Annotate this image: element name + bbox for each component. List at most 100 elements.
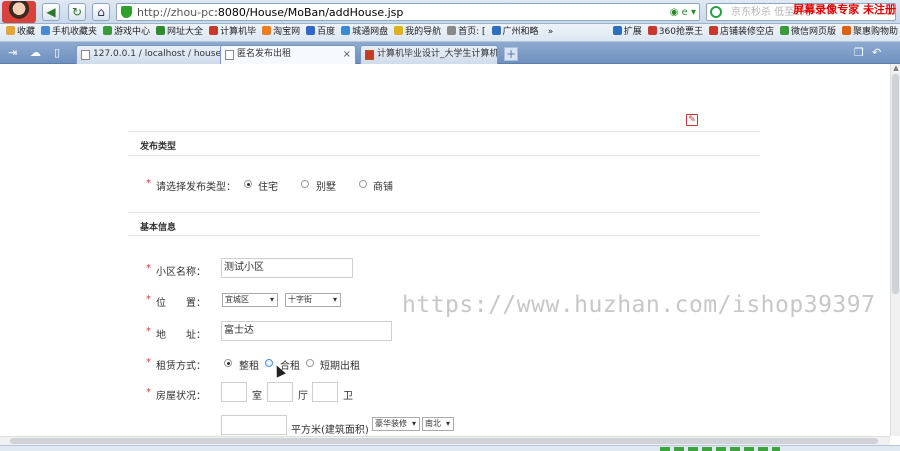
horizontal-scrollbar[interactable] xyxy=(0,436,890,445)
address-bar[interactable]: http://zhou-pc:8080/House/MoBan/addHouse… xyxy=(116,3,700,21)
back-button[interactable]: ◀ xyxy=(42,3,60,21)
bookmark-item[interactable]: 百度 xyxy=(306,24,335,41)
room-count-input[interactable] xyxy=(221,382,247,402)
radio-shared-rent[interactable] xyxy=(265,359,273,367)
bookmark-icon xyxy=(6,26,15,35)
bookmark-icon xyxy=(341,26,351,35)
community-label: 小区名称： xyxy=(156,267,206,278)
edit-icon[interactable]: ✎ xyxy=(686,114,698,126)
street-select[interactable]: 十字街 xyxy=(285,293,341,307)
community-input[interactable]: 测试小区 xyxy=(221,258,353,278)
bookmark-item[interactable]: 收藏 xyxy=(6,24,35,41)
house-status-label: 房屋状况： xyxy=(156,391,206,402)
required-mark: * xyxy=(146,326,151,337)
home-icon: ⌂ xyxy=(97,5,105,19)
radio-shop-label[interactable]: 商铺 xyxy=(373,178,393,193)
page-icon xyxy=(81,50,90,60)
refresh-button[interactable]: ↻ xyxy=(68,3,86,21)
bookmark-icon xyxy=(779,26,789,35)
address-label: 地 址： xyxy=(156,330,206,341)
radio-residence-label[interactable]: 住宅 xyxy=(258,178,278,193)
search-engine-icon[interactable] xyxy=(710,6,722,18)
phone-icon[interactable]: ▯ xyxy=(54,47,60,59)
site-watermark: https://www.huzhan.com/ishop39397 xyxy=(402,292,876,318)
room-unit: 室 xyxy=(252,391,262,402)
horizontal-scroll-thumb[interactable] xyxy=(10,438,878,444)
bookmark-item[interactable]: 网址大全 xyxy=(156,24,203,41)
bookmarks-right: 扩展 360抢票王 店铺装修空店 微信网页版 聚惠购物助 xyxy=(606,24,900,41)
page-viewport: ✎ 发布类型 * 请选择发布类型： 住宅 别墅 商铺 基本信息 * 小区名称： … xyxy=(0,64,890,436)
screen-recorder-watermark: 屏幕录像专家 未注册 xyxy=(793,3,896,16)
refresh-icon: ↻ xyxy=(71,5,83,19)
bookmark-item[interactable]: 手机收藏夹 xyxy=(41,24,97,41)
bookmark-item[interactable]: 淘宝网 xyxy=(262,24,300,41)
browser-toolbar: ◀ ↻ ⌂ http://zhou-pc:8080/House/MoBan/ad… xyxy=(0,0,900,24)
scroll-up-icon[interactable]: ▲ xyxy=(892,64,900,72)
sidebar-toggle-icon[interactable]: ⇥ xyxy=(8,47,17,59)
cloud-icon[interactable]: ☁ xyxy=(30,47,41,59)
address-bar-icons[interactable]: ◉ e ▾ xyxy=(670,5,696,20)
bookmark-item[interactable]: 游戏中心 xyxy=(103,24,150,41)
divider xyxy=(128,131,760,132)
required-mark: * xyxy=(146,357,151,368)
bookmark-icon xyxy=(708,26,718,35)
bookmarks-left: 收藏 手机收藏夹 游戏中心 网址大全 计算机毕 淘宝网 百度 城通网盘 我的导航 首页: [广州和… xyxy=(0,26,539,37)
radio-short-term-label[interactable]: 短期出租 xyxy=(320,357,360,372)
bookmark-icon xyxy=(209,26,219,35)
bookmark-item[interactable]: 城通网盘 xyxy=(341,24,388,41)
status-indicator xyxy=(660,447,780,451)
orientation-select[interactable]: 南北 xyxy=(422,417,454,431)
radio-villa-label[interactable]: 别墅 xyxy=(316,178,336,193)
bookmark-item[interactable]: 首页: [ xyxy=(447,24,486,41)
bookmarks-more[interactable]: » xyxy=(548,24,554,41)
address-input[interactable]: 富士达 xyxy=(221,321,392,341)
radio-whole-rent[interactable] xyxy=(224,359,232,367)
new-tab-button[interactable]: + xyxy=(504,47,518,61)
undo-icon[interactable]: ↶ xyxy=(872,47,881,59)
section-title-publish-type: 发布类型 xyxy=(140,142,177,152)
close-tab-icon[interactable]: × xyxy=(343,46,351,63)
decoration-select[interactable]: 豪华装修 xyxy=(372,417,420,431)
required-mark: * xyxy=(146,263,151,274)
bookmark-icon xyxy=(612,26,622,35)
bath-count-input[interactable] xyxy=(312,382,338,402)
tab-phpmyadmin[interactable]: 127.0.0.1 / localhost / house xyxy=(76,45,242,64)
bookmarks-bar: 收藏 手机收藏夹 游戏中心 网址大全 计算机毕 淘宝网 百度 城通网盘 我的导航 首页: [ 广州和… xyxy=(0,24,900,42)
divider xyxy=(128,235,760,236)
radio-whole-rent-label[interactable]: 整租 xyxy=(239,357,259,372)
bookmark-item[interactable]: 扩展 xyxy=(612,24,642,41)
vertical-scrollbar[interactable]: ▲ xyxy=(890,64,900,436)
bookmark-icon xyxy=(156,26,166,35)
bookmark-item[interactable]: 广州和略 xyxy=(491,24,539,41)
divider xyxy=(128,155,760,156)
hall-unit: 厅 xyxy=(298,391,308,402)
required-mark: * xyxy=(146,178,151,189)
address-url[interactable]: http://zhou-pc:8080/House/MoBan/addHouse… xyxy=(137,5,403,20)
district-select[interactable]: 宜城区 xyxy=(222,293,278,307)
bookmark-item[interactable]: 店铺装修空店 xyxy=(708,24,774,41)
back-arrow-icon: ◀ xyxy=(46,5,56,19)
status-bar xyxy=(0,445,900,451)
section-title-basic-info: 基本信息 xyxy=(140,223,177,233)
bookmark-item[interactable]: 计算机毕 xyxy=(209,24,256,41)
area-input[interactable] xyxy=(221,415,287,435)
bookmark-icon xyxy=(394,26,404,35)
required-mark: * xyxy=(146,387,151,398)
radio-villa[interactable] xyxy=(301,180,309,188)
hall-count-input[interactable] xyxy=(267,382,293,402)
window-restore-icon[interactable]: ❐ xyxy=(854,47,864,59)
bookmark-icon xyxy=(41,26,51,35)
bookmark-item[interactable]: 我的导航 xyxy=(394,24,441,41)
home-button[interactable]: ⌂ xyxy=(92,3,110,21)
tab-anonymous-rent[interactable]: 匿名发布出租 × xyxy=(220,45,356,64)
bookmark-item[interactable]: 聚惠购物助 xyxy=(841,24,898,41)
bookmark-item[interactable]: 360抢票王 xyxy=(647,24,703,41)
tab-graduation-project[interactable]: 计算机毕业设计_大学生计算机 xyxy=(360,45,498,64)
radio-residence[interactable] xyxy=(244,180,252,188)
user-avatar[interactable] xyxy=(2,1,36,23)
radio-short-term[interactable] xyxy=(306,359,314,367)
bookmark-item[interactable]: 微信网页版 xyxy=(779,24,836,41)
page-icon xyxy=(225,50,234,60)
radio-shop[interactable] xyxy=(359,180,367,188)
vertical-scroll-thumb[interactable] xyxy=(892,74,899,294)
